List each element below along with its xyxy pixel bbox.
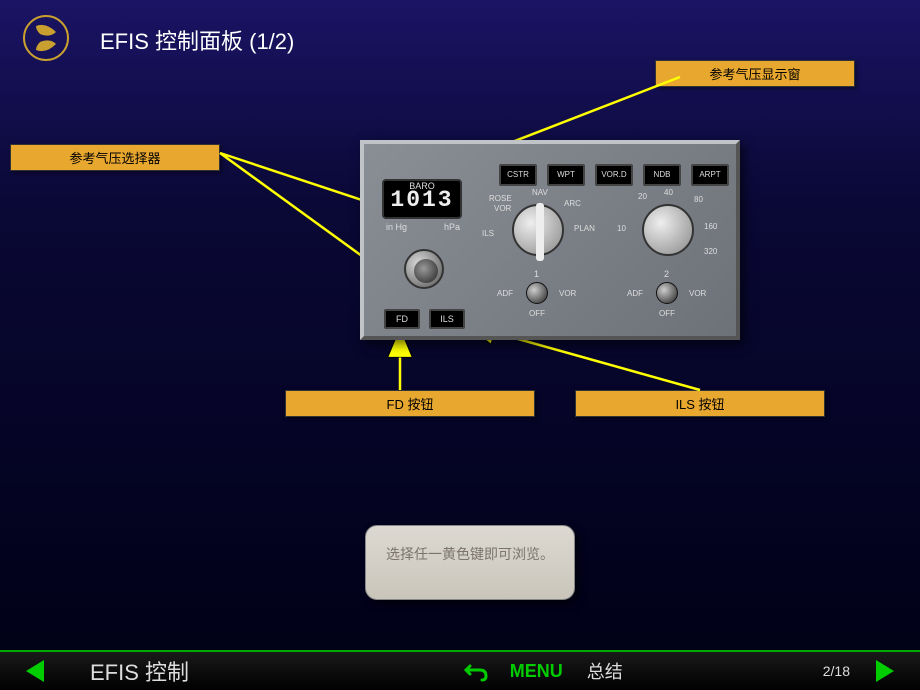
mode-ils-label: ILS [482,229,494,238]
menu-button[interactable]: MENU [510,661,563,682]
prev-button[interactable] [20,659,50,683]
ils-button[interactable]: ILS [429,309,465,329]
back-button[interactable] [462,659,492,683]
fd-button[interactable]: FD [384,309,420,329]
footer-nav: EFIS 控制 MENU 总结 2/18 [0,650,920,690]
summary-button[interactable]: 总结 [587,658,623,684]
range-20-label: 20 [638,192,647,201]
vor-1-label: VOR [559,289,576,298]
triangle-left-icon [26,660,44,682]
page-indicator: 2/18 [823,663,850,679]
callout-baro-selector[interactable]: 参考气压选择器 [10,144,220,171]
range-160-label: 160 [704,222,717,231]
range-10-label: 10 [617,224,626,233]
mode-plan-label: PLAN [574,224,595,233]
unit-hpa-label: hPa [444,222,460,232]
unit-inhg-label: in Hg [386,222,407,232]
range-320-label: 320 [704,247,717,256]
range-80-label: 80 [694,195,703,204]
range-40-label: 40 [664,188,673,197]
range-knob[interactable] [642,204,694,256]
baro-knob[interactable] [404,249,444,289]
footer-section-title: EFIS 控制 [90,655,189,687]
callout-ils-button[interactable]: ILS 按钮 [575,390,825,417]
arpt-button[interactable]: ARPT [691,164,729,186]
callout-fd-button[interactable]: FD 按钮 [285,390,535,417]
adf-vor-switch-1[interactable] [526,282,548,304]
hint-tooltip: 选择任一黄色键即可浏览。 [365,525,575,600]
page-title: EFIS 控制面板 (1/2) [100,24,294,56]
baro-value: 1013 [384,191,460,209]
baro-display: BARO 1013 [382,179,462,219]
wpt-button[interactable]: WPT [547,164,585,186]
adf-1-label: ADF [497,289,513,298]
mode-nav-label: NAV [532,188,548,197]
triangle-right-icon [876,660,894,682]
next-button[interactable] [870,659,900,683]
callout-baro-window[interactable]: 参考气压显示窗 [655,60,855,87]
vord-button[interactable]: VOR.D [595,164,633,186]
efis-panel: BARO 1013 in Hg hPa ROSE VOR ILS NAV ARC… [360,140,740,340]
switch-2-num: 2 [664,269,669,279]
switch-1-num: 1 [534,269,539,279]
off-1-label: OFF [529,309,545,318]
mode-knob[interactable] [512,204,564,256]
mode-rose-label: ROSE [489,194,512,203]
mode-arc-label: ARC [564,199,581,208]
ndb-button[interactable]: NDB [643,164,681,186]
cstr-button[interactable]: CSTR [499,164,537,186]
off-2-label: OFF [659,309,675,318]
adf-vor-switch-2[interactable] [656,282,678,304]
mode-vor-label: VOR [494,204,511,213]
airline-logo-icon [22,14,70,62]
adf-2-label: ADF [627,289,643,298]
vor-2-label: VOR [689,289,706,298]
